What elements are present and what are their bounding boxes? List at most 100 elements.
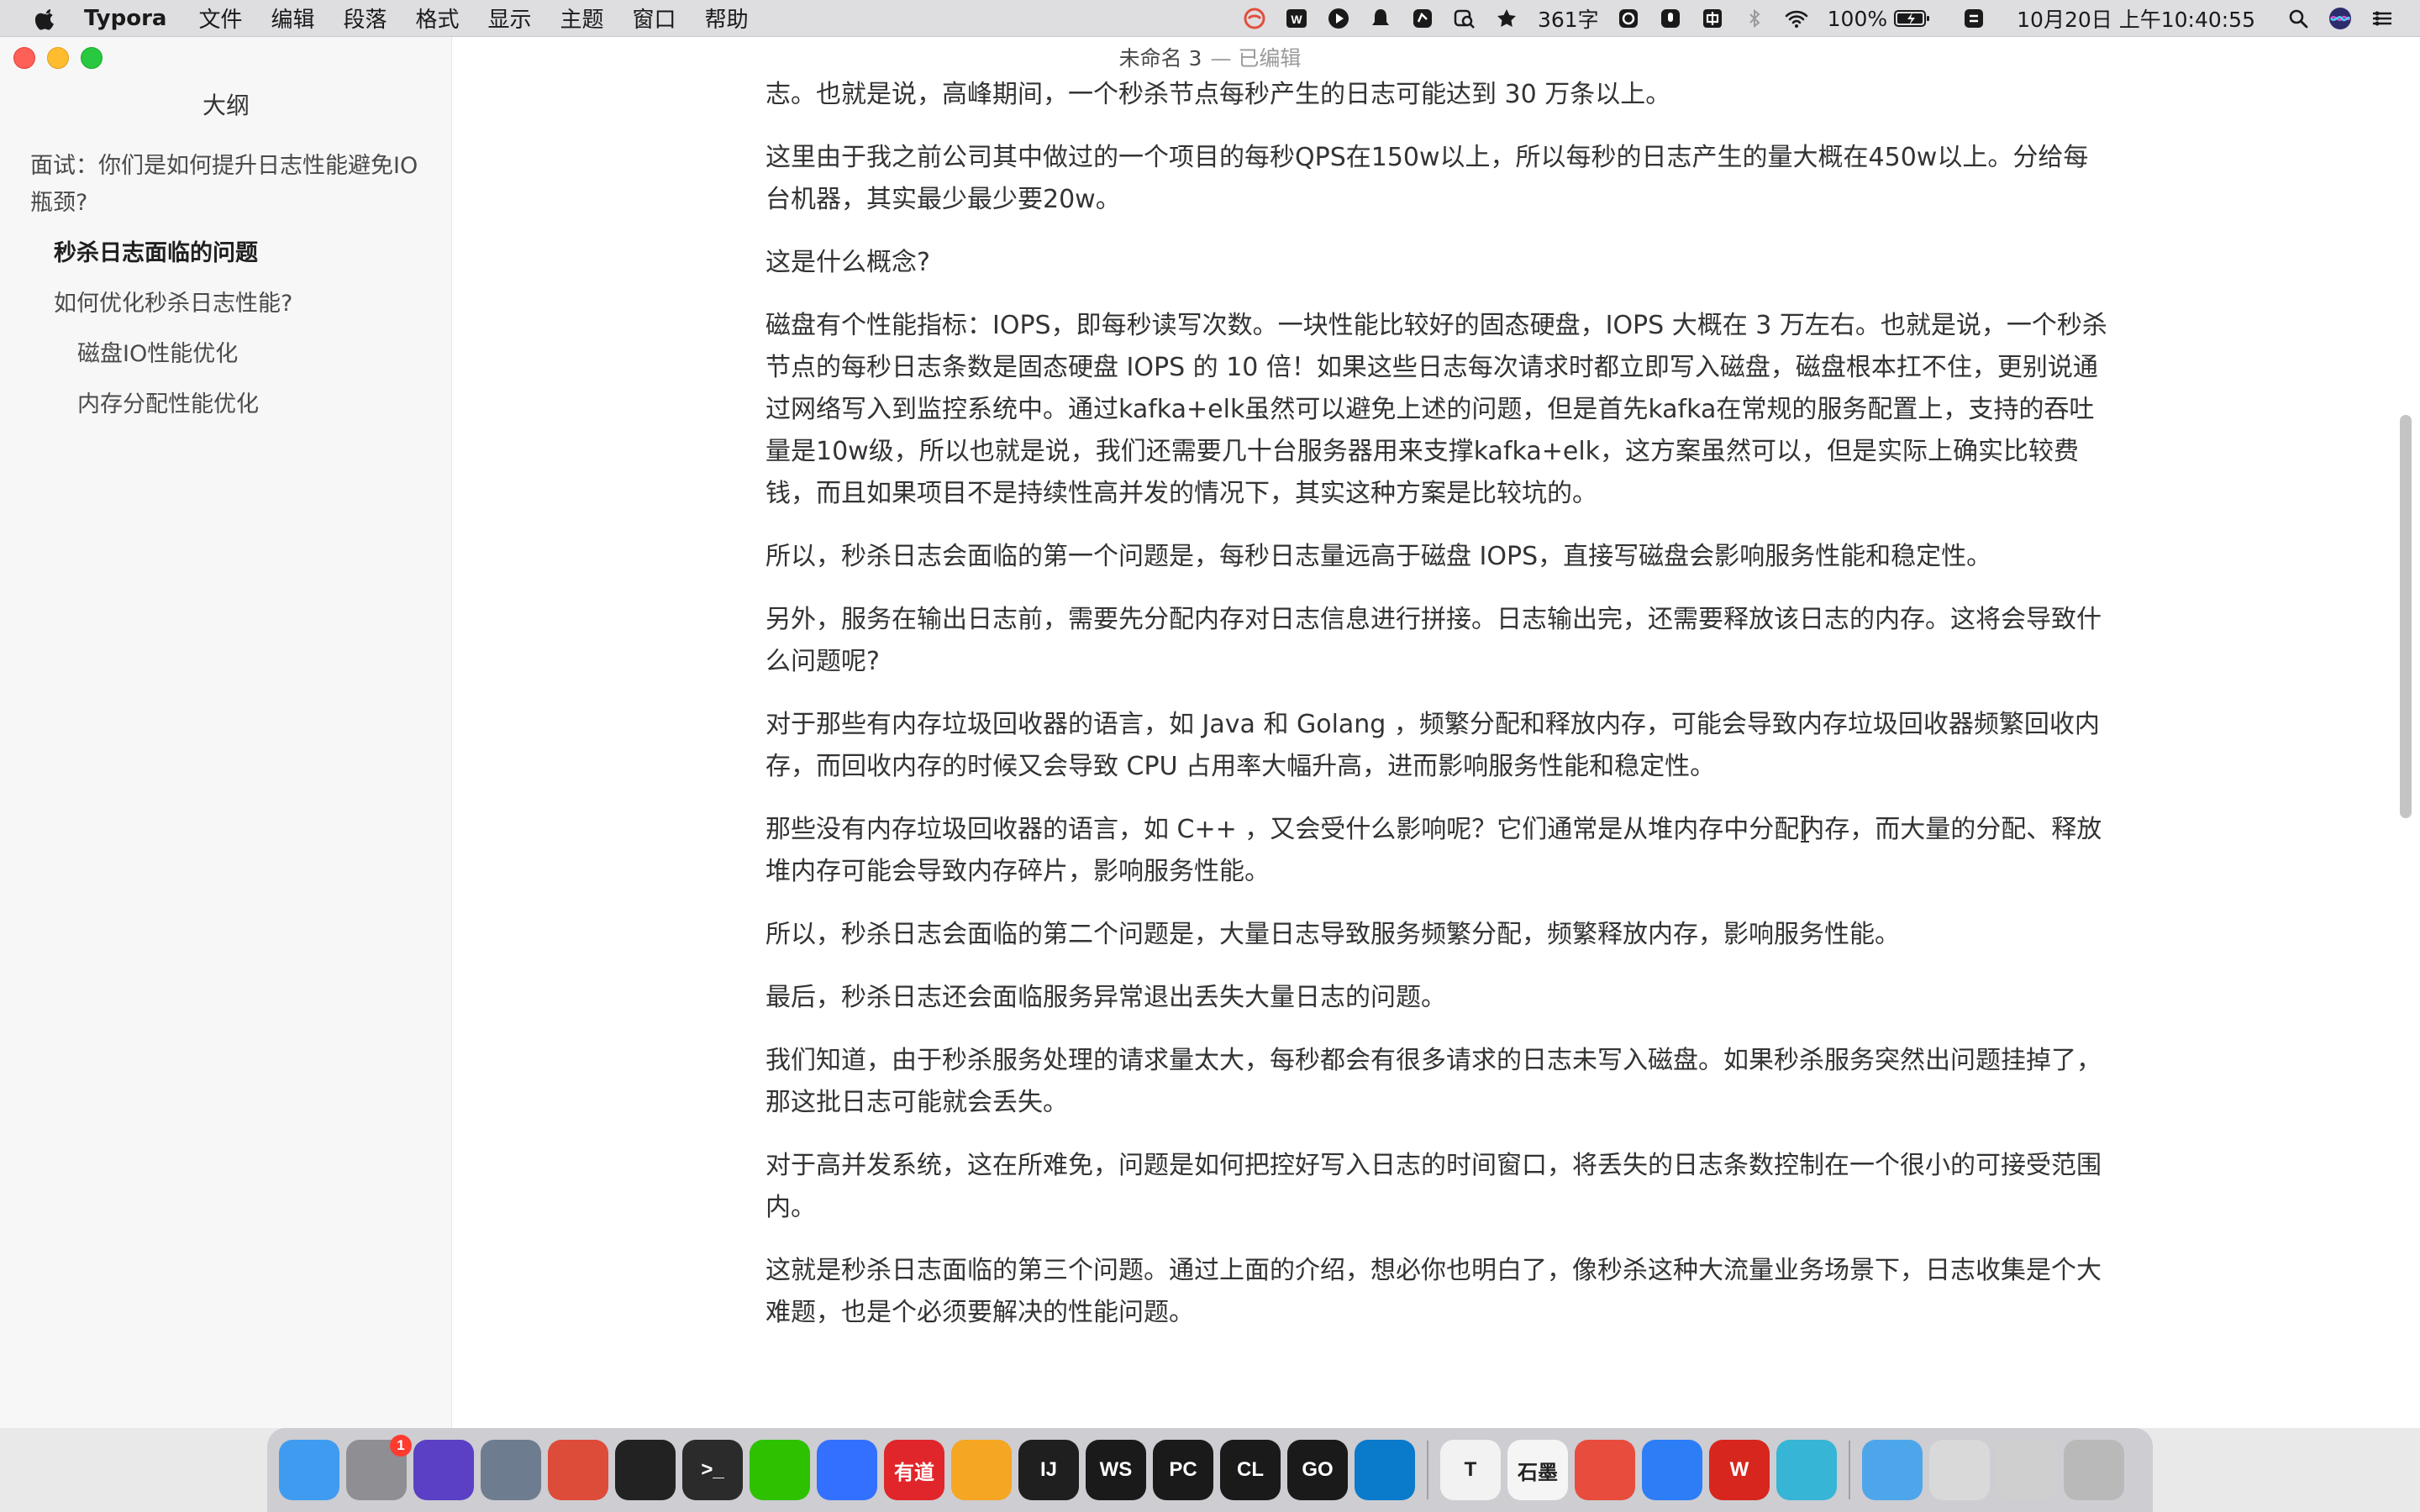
paragraph[interactable]: 这里由于我之前公司其中做过的一个项目的每秒QPS在150w以上，所以每秒的日志产…	[765, 137, 2110, 221]
input-method-icon[interactable]	[1700, 6, 1725, 31]
outline-item-optimize-log-performance[interactable]: 如何优化秒杀日志性能?	[0, 286, 452, 323]
paragraph[interactable]: 磁盘有个性能指标：IOPS，即每秒读写次数。一块性能比较好的固态硬盘，IOPS …	[765, 305, 2110, 515]
dock-separator	[1427, 1441, 1428, 1499]
dock-app-label: WS	[1099, 1458, 1133, 1481]
status-menus: W 361字 100% 10月20日 上午10:40:55	[1225, 0, 2395, 37]
close-window-button[interactable]	[13, 47, 35, 69]
dock-app-system-preferences[interactable]: 1	[346, 1435, 412, 1500]
dock-app-goland[interactable]: GO	[1287, 1440, 1348, 1500]
paragraph[interactable]: 所以，秒杀日志会面临的第二个问题是，大量日志导致服务频繁分配，频繁释放内存，影响…	[765, 914, 2110, 956]
dock-app-label: W	[1729, 1458, 1749, 1481]
word-count[interactable]: 361字	[1538, 3, 1599, 34]
dock-app-launchpad[interactable]	[481, 1440, 541, 1500]
dock-app-screenshots[interactable]	[1996, 1440, 2057, 1500]
dock-app-wechat[interactable]	[750, 1440, 810, 1500]
menu-theme[interactable]: 主题	[560, 3, 604, 34]
dock-separator	[1849, 1441, 1850, 1499]
spotlight-icon[interactable]	[2286, 6, 2311, 31]
wechat-icon[interactable]	[1616, 6, 1641, 31]
minimize-window-button[interactable]	[47, 47, 69, 69]
dock-app-pycharm[interactable]: PC	[1153, 1440, 1213, 1500]
menu-view[interactable]: 显示	[488, 3, 532, 34]
wps-status-icon[interactable]: W	[1284, 6, 1309, 31]
document-title: 未命名 3	[1118, 46, 1202, 71]
editor-area[interactable]: 志。也就是说，高峰期间，一个秒杀节点每秒产生的日志可能达到 30 万条以上。 这…	[452, 37, 2420, 1428]
dock-app-baidu-netdisk[interactable]	[1642, 1440, 1702, 1500]
dock: 1 >_ 有道 IJ WS PC CL GO T 石墨 W	[267, 1428, 2153, 1512]
paragraph[interactable]: 这就是秒杀日志面临的第三个问题。通过上面的介绍，想必你也明白了，像秒杀这种大流量…	[765, 1250, 2110, 1334]
dock-app-label: GO	[1302, 1458, 1334, 1481]
outline-item-seckill-log-problems[interactable]: 秒杀日志面临的问题	[0, 235, 452, 272]
apple-menu-icon[interactable]	[34, 6, 59, 31]
dock-app-chrome[interactable]	[548, 1440, 608, 1500]
battery-icon[interactable]	[1894, 6, 1931, 31]
paragraph[interactable]: 我们知道，由于秒杀服务处理的请求量太大，每秒都会有很多请求的日志未写入磁盘。如果…	[765, 1040, 2110, 1124]
outline-item-interview-title[interactable]: 面试：你们是如何提升日志性能避免IO 瓶颈?	[0, 148, 452, 222]
app-menu-typora[interactable]: Typora	[84, 6, 166, 31]
dock-app-shimo[interactable]: 石墨	[1507, 1440, 1568, 1500]
wifi-icon[interactable]	[1784, 6, 1809, 31]
menu-window[interactable]: 窗口	[633, 3, 676, 34]
zoom-window-button[interactable]	[81, 47, 103, 69]
siri-icon[interactable]	[2328, 6, 2353, 31]
dock-app-finder[interactable]	[279, 1440, 339, 1500]
qq-bell-icon[interactable]	[1368, 6, 1393, 31]
dock-app-pycharm-ce[interactable]	[951, 1440, 1012, 1500]
dock-app-label: >_	[701, 1458, 724, 1481]
dock-app-trash[interactable]	[2064, 1440, 2124, 1500]
paragraph[interactable]: 那些没有内存垃圾回收器的语言，如 C++ ，又会受什么影响呢？它们通常是从堆内存…	[765, 809, 2110, 893]
paragraph[interactable]: 另外，服务在输出日志前，需要先分配内存对日志信息进行拼接。日志输出完，还需要释放…	[765, 599, 2110, 683]
screenshot-icon[interactable]	[1410, 6, 1435, 31]
dock-app-youdao[interactable]: 有道	[884, 1440, 944, 1500]
control-center-icon[interactable]	[2370, 6, 2395, 31]
dock-app-label: 有道	[894, 1461, 934, 1484]
outline-item-memory-allocation-optimization[interactable]: 内存分配性能优化	[0, 386, 452, 423]
dock-app-typora[interactable]: T	[1440, 1440, 1501, 1500]
dock-app-vscode[interactable]	[1355, 1440, 1415, 1500]
dock-app-webstorm[interactable]: WS	[1086, 1440, 1146, 1500]
dock-app-intellij[interactable]: IJ	[1018, 1440, 1079, 1500]
star-icon[interactable]	[1494, 6, 1519, 31]
edit-status: — 已编辑	[1210, 46, 1302, 71]
dock-app-network-tool[interactable]	[1776, 1440, 1837, 1500]
menu-help[interactable]: 帮助	[705, 3, 749, 34]
play-icon[interactable]	[1326, 6, 1351, 31]
dock-app-wps[interactable]: W	[1709, 1440, 1770, 1500]
dock-app-feishu[interactable]	[817, 1440, 877, 1500]
vertical-scrollbar[interactable]	[2400, 415, 2412, 818]
outline-sidebar: 大纲 面试：你们是如何提升日志性能避免IO 瓶颈? 秒杀日志面临的问题 如何优化…	[0, 37, 452, 1428]
dock-app-siri[interactable]	[413, 1440, 474, 1500]
outline-heading: 大纲	[202, 92, 250, 119]
paragraph[interactable]: 对于那些有内存垃圾回收器的语言，如 Java 和 Golang ，频繁分配和释放…	[765, 704, 2110, 788]
paragraph[interactable]: 对于高并发系统，这在所难免，问题是如何把控好写入日志的时间窗口，将丢失的日志条数…	[765, 1145, 2110, 1229]
dock-app-qq[interactable]	[615, 1440, 676, 1500]
mic-icon[interactable]	[1658, 6, 1683, 31]
bluetooth-icon[interactable]	[1742, 6, 1767, 31]
document-body[interactable]: 志。也就是说，高峰期间，一个秒杀节点每秒产生的日志可能达到 30 万条以上。 这…	[765, 80, 2110, 1355]
paragraph[interactable]: 这是什么概念?	[765, 242, 2110, 284]
outline-list: 面试：你们是如何提升日志性能避免IO 瓶颈? 秒杀日志面临的问题 如何优化秒杀日…	[0, 148, 452, 437]
dock-app-downloads[interactable]	[1862, 1440, 1923, 1500]
menu-paragraph[interactable]: 段落	[343, 3, 387, 34]
dock-app-color-picker[interactable]	[1575, 1440, 1635, 1500]
menu-edit[interactable]: 编辑	[271, 3, 314, 34]
typora-status-icon[interactable]	[1242, 6, 1267, 31]
menu-file[interactable]: 文件	[198, 3, 242, 34]
dock-app-terminal[interactable]: >_	[682, 1440, 743, 1500]
notification-badge: 1	[390, 1435, 412, 1457]
battery-percentage[interactable]: 100%	[1828, 7, 1887, 31]
dock-app-label: PC	[1169, 1458, 1197, 1481]
dock-app-clion[interactable]: CL	[1220, 1440, 1281, 1500]
sync-icon[interactable]	[1961, 6, 1986, 31]
paragraph[interactable]: 所以，秒杀日志会面临的第一个问题是，每秒日志量远高于磁盘 IOPS，直接写磁盘会…	[765, 536, 2110, 578]
dock-app-recent-docs[interactable]	[1929, 1440, 1990, 1500]
search-doc-icon[interactable]	[1452, 6, 1477, 31]
clock[interactable]: 10月20日 上午10:40:55	[2017, 3, 2255, 34]
outline-item-disk-io-optimization[interactable]: 磁盘IO性能优化	[0, 336, 452, 373]
menu-format[interactable]: 格式	[416, 3, 460, 34]
paragraph[interactable]: 最后，秒杀日志还会面临服务异常退出丢失大量日志的问题。	[765, 977, 2110, 1019]
menu-bar: Typora 文件 编辑 段落 格式 显示 主题 窗口 帮助 W 361字 10…	[0, 0, 2420, 37]
paragraph[interactable]: 志。也就是说，高峰期间，一个秒杀节点每秒产生的日志可能达到 30 万条以上。	[765, 74, 2110, 116]
title-bar: 未命名 3 — 已编辑	[0, 37, 2420, 77]
dock-app-label: 石墨	[1518, 1461, 1558, 1484]
